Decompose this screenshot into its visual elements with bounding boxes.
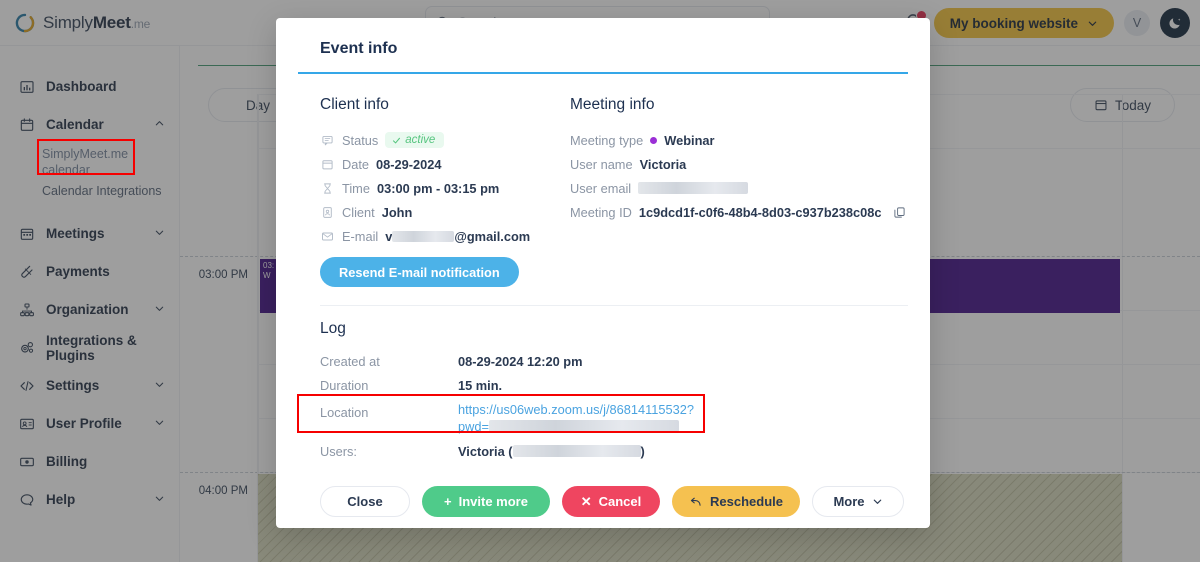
cancel-label: Cancel [598,494,642,509]
log-value: 08-29-2024 12:20 pm [458,354,583,369]
user-name-value: Victoria [639,156,687,172]
reschedule-button[interactable]: Reschedule [672,486,800,517]
contact-card-icon [320,205,335,220]
user-email-row: User email [570,176,908,200]
meeting-type-value: Webinar [664,132,715,148]
time-value: 03:00 pm - 03:15 pm [376,180,500,196]
more-label: More [833,494,865,509]
log-heading: Log [320,320,346,337]
invite-more-button[interactable]: + Invite more [422,486,550,517]
chevron-down-icon [873,499,881,504]
copy-icon[interactable] [893,206,906,219]
log-row-created-at: Created at 08-29-2024 12:20 pm [320,350,908,374]
check-icon [393,137,401,143]
client-status-row: Status active [320,128,570,152]
time-key: Time [342,180,370,196]
status-key: Status [342,132,379,148]
meeting-info-section: Meeting info Meeting type Webinar User n… [570,96,908,287]
client-info-section: Client info Status active Date 08-29-202… [320,96,570,287]
reschedule-label: Reschedule [710,494,783,509]
hourglass-icon [320,181,335,196]
client-email-row: E-mail v @gmail.com [320,224,570,248]
meeting-id-row: Meeting ID 1c9dcd1f-c0f6-48b4-8d03-c937b… [570,200,908,224]
meeting-type-row: Meeting type Webinar [570,128,908,152]
users-value: Victoria ( [458,444,513,459]
redacted-email-local [392,230,455,242]
cancel-button[interactable]: ✕ Cancel [562,486,660,517]
speech-bubble-icon [320,133,335,148]
email-domain: @gmail.com [454,228,531,244]
email-value: v @gmail.com [385,229,530,244]
location-link[interactable]: https://us06web.zoom.us/j/86814115532? [458,401,728,418]
envelope-icon [320,229,335,244]
redacted-user-email [512,445,641,457]
meeting-type-dot-icon [650,136,658,144]
client-date-row: Date 08-29-2024 [320,152,570,176]
plus-icon: + [444,494,452,509]
app-root: SimplyMeet.me Search My booking website [0,0,1200,562]
user-name-key: User name [570,156,633,172]
modal-info-columns: Client info Status active Date 08-29-202… [298,74,908,287]
log-key: Users: [320,444,357,459]
email-prefix: v [385,228,393,244]
close-x-icon: ✕ [580,493,592,509]
modal-title: Event info [320,40,398,57]
log-key: Duration [320,378,369,393]
resend-email-notification-button[interactable]: Resend E-mail notification [320,257,519,287]
location-link-continued: pwd= [458,418,728,435]
status-badge: active [385,132,445,148]
users-value-suffix: ) [640,444,645,459]
pwd-prefix: pwd= [458,419,489,434]
log-row-location: Location https://us06web.zoom.us/j/86814… [320,401,908,435]
date-value: 08-29-2024 [376,156,442,172]
reschedule-arrow-icon [690,497,701,506]
meeting-type-key: Meeting type [570,132,644,148]
log-key: Created at [320,354,380,369]
client-time-row: Time 03:00 pm - 03:15 pm [320,176,570,200]
more-button[interactable]: More [812,486,904,517]
close-button[interactable]: Close [320,486,410,517]
user-email-key: User email [570,180,632,196]
log-row-duration: Duration 15 min. [320,374,908,398]
redacted-user-email [638,182,749,194]
log-row-users: Users: Victoria () [320,440,908,464]
user-name-row: User name Victoria [570,152,908,176]
status-value: active [405,134,436,146]
meeting-id-value: 1c9dcd1f-c0f6-48b4-8d03-c937b238c08c [638,204,882,220]
redacted-password [488,420,679,432]
meeting-id-key: Meeting ID [570,204,632,220]
meeting-info-heading: Meeting info [570,96,655,113]
log-key: Location [320,405,369,420]
client-value: John [381,204,413,220]
event-info-modal: Event info Client info Status active Dat… [276,18,930,528]
log-value: Victoria () [458,440,645,464]
date-key: Date [342,156,370,172]
log-value: 15 min. [458,378,503,393]
log-section: Log Created at 08-29-2024 12:20 pm Durat… [298,306,908,464]
calendar-icon [320,157,335,172]
client-key: Client [342,204,375,220]
modal-footer: Close + Invite more ✕ Cancel Reschedule … [298,464,908,517]
email-key: E-mail [342,228,379,244]
client-name-row: Client John [320,200,570,224]
client-info-heading: Client info [320,96,389,113]
invite-more-label: Invite more [458,494,528,509]
